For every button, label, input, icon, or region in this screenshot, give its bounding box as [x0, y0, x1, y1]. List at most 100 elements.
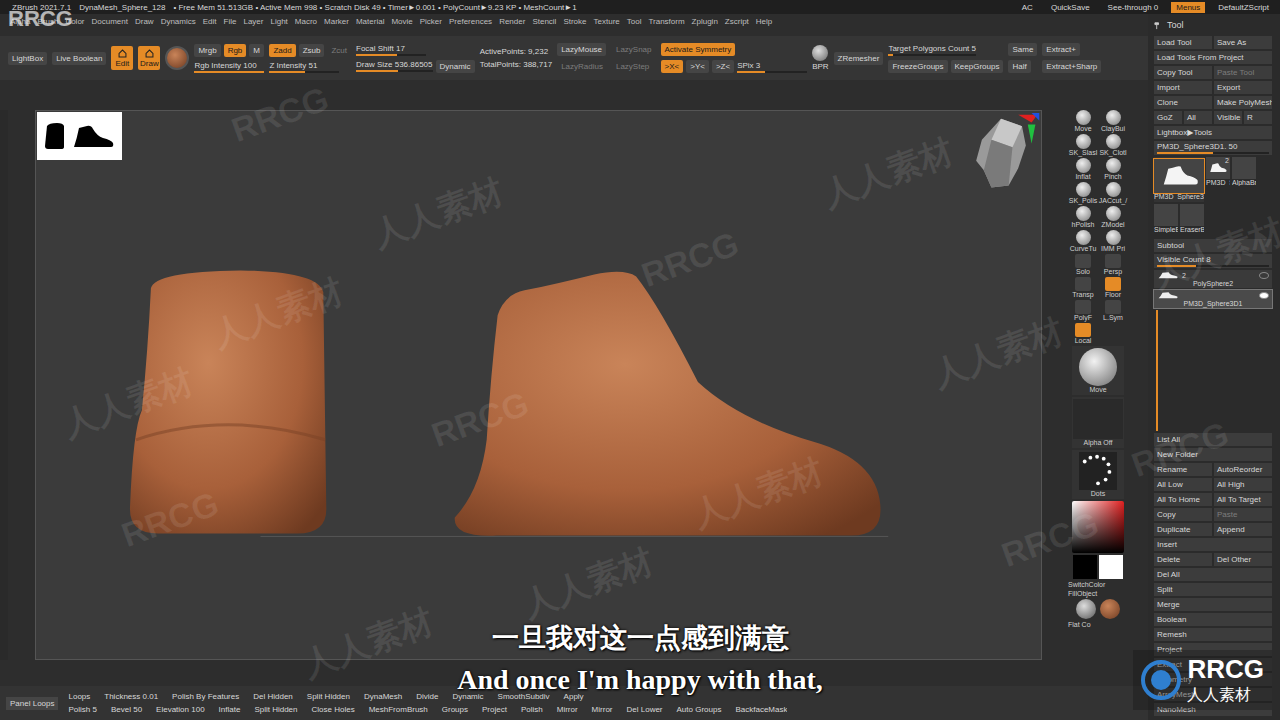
- menu-item[interactable]: Macro: [295, 17, 317, 29]
- toolbar-slider[interactable]: Rgb Intensity 100: [194, 61, 264, 73]
- navigation-head-icon[interactable]: [961, 111, 1041, 197]
- title-bar-button[interactable]: AC: [1017, 2, 1038, 13]
- tool-button[interactable]: Clone: [1154, 96, 1212, 109]
- tool-button[interactable]: GoZ: [1154, 111, 1182, 124]
- bpr-render-button[interactable]: BPR: [812, 45, 828, 71]
- brush-button[interactable]: SK_Slasl: [1068, 134, 1098, 156]
- menu-item[interactable]: Layer: [243, 17, 263, 29]
- toolbar-button[interactable]: Mrgb: [194, 44, 220, 57]
- toolbar-slider[interactable]: Draw Size 536.86505: [356, 60, 433, 72]
- menu-item[interactable]: Marker: [324, 17, 349, 29]
- geometry-button[interactable]: Bevel 50: [111, 705, 142, 714]
- toolbar-button[interactable]: M: [249, 44, 264, 57]
- tool-button[interactable]: Save As: [1214, 36, 1272, 49]
- brush-button[interactable]: Move: [1068, 110, 1098, 132]
- tool-button[interactable]: Copy Tool: [1154, 66, 1212, 79]
- main-color-swatch[interactable]: [1073, 555, 1097, 579]
- toolbar-button[interactable]: Half: [1008, 60, 1030, 73]
- subtool-action[interactable]: Rename: [1154, 463, 1212, 476]
- subtool-action[interactable]: AutoReorder: [1214, 463, 1272, 476]
- geometry-button[interactable]: Auto Groups: [677, 705, 722, 714]
- color-picker[interactable]: [1072, 501, 1124, 553]
- brush-button[interactable]: hPolish: [1068, 206, 1098, 228]
- brush-button[interactable]: Inflat: [1068, 158, 1098, 180]
- flat-color-material[interactable]: Flat Co: [1068, 621, 1091, 628]
- geometry-button[interactable]: MeshFromBrush: [369, 705, 428, 714]
- subtool-action[interactable]: Duplicate: [1154, 523, 1212, 536]
- tool-button[interactable]: Visible: [1214, 111, 1242, 124]
- subtool-action[interactable]: All To Home: [1154, 493, 1212, 506]
- subtool-action[interactable]: New Folder: [1154, 448, 1272, 461]
- shoe-side-view[interactable]: [455, 272, 881, 536]
- subtool-action[interactable]: Append: [1214, 523, 1272, 536]
- menu-item[interactable]: Transform: [648, 17, 684, 29]
- menu-item[interactable]: Render: [499, 17, 525, 29]
- material-sphere-icon[interactable]: [1100, 599, 1120, 619]
- fill-object-button[interactable]: FillObject: [1068, 590, 1097, 597]
- eye-icon[interactable]: [1259, 292, 1269, 299]
- view-toggle[interactable]: Solo: [1068, 254, 1098, 275]
- tool-thumbnail[interactable]: AlphaBr: [1232, 157, 1256, 202]
- view-toggle[interactable]: L.Sym: [1098, 300, 1128, 321]
- geometry-button[interactable]: Project: [482, 705, 507, 714]
- view-toggle[interactable]: Local: [1068, 323, 1098, 344]
- menu-item[interactable]: Movie: [391, 17, 412, 29]
- subtool-action[interactable]: Insert: [1154, 538, 1272, 551]
- subtool-action[interactable]: Boolean: [1154, 613, 1272, 626]
- menu-item[interactable]: Material: [356, 17, 384, 29]
- view-toggle[interactable]: Floor: [1098, 277, 1128, 298]
- tool-button[interactable]: Load Tools From Project: [1154, 51, 1272, 64]
- geometry-button[interactable]: Loops: [68, 692, 90, 701]
- geometry-button[interactable]: Groups: [442, 705, 468, 714]
- toolbar-button[interactable]: LazyMouse: [557, 43, 606, 56]
- eye-icon[interactable]: [1259, 272, 1269, 279]
- material-icon[interactable]: [165, 46, 189, 70]
- menu-item[interactable]: Texture: [594, 17, 620, 29]
- subtool-item[interactable]: 2PolySphere2: [1154, 270, 1272, 288]
- tool-button[interactable]: R: [1244, 111, 1272, 124]
- toolbar-button[interactable]: >X<: [661, 60, 684, 73]
- tool-thumbnail[interactable]: 2PM3D_S: [1206, 157, 1230, 202]
- toolbar-button[interactable]: Live Boolean: [52, 52, 106, 65]
- toolbar-button[interactable]: Extract+: [1042, 43, 1080, 56]
- subtool-item[interactable]: PM3D_Sphere3D1: [1154, 290, 1272, 308]
- switch-color-button[interactable]: SwitchColor: [1068, 581, 1105, 588]
- subtool-action[interactable]: Del Other: [1214, 553, 1272, 566]
- toolbar-button[interactable]: FreezeGroups: [888, 60, 947, 73]
- menu-item[interactable]: Tool: [627, 17, 642, 29]
- brush-button[interactable]: SK_Clotl: [1098, 134, 1128, 156]
- panel-loops-button[interactable]: Panel Loops: [6, 697, 58, 710]
- menu-item[interactable]: File: [224, 17, 237, 29]
- menu-item[interactable]: Help: [756, 17, 772, 29]
- menu-item[interactable]: Dynamics: [161, 17, 196, 29]
- title-bar-button[interactable]: DefaultZScript: [1213, 2, 1274, 13]
- subtool-action[interactable]: Merge: [1154, 598, 1272, 611]
- menu-item[interactable]: Stroke: [563, 17, 586, 29]
- tool-button[interactable]: Make PolyMesh3D: [1214, 96, 1272, 109]
- menu-item[interactable]: Zscript: [725, 17, 749, 29]
- geometry-button[interactable]: Split Hidden: [254, 705, 297, 714]
- geometry-button[interactable]: Mirror: [557, 705, 578, 714]
- geometry-button[interactable]: Del Lower: [627, 705, 663, 714]
- subtool-action[interactable]: All To Target: [1214, 493, 1272, 506]
- geometry-button[interactable]: Elevation 100: [156, 705, 204, 714]
- brush-button[interactable]: Pinch: [1098, 158, 1128, 180]
- view-toggle[interactable]: Persp: [1098, 254, 1128, 275]
- toolbar-button[interactable]: Dynamic: [436, 60, 475, 73]
- geometry-button[interactable]: DynaMesh: [364, 692, 402, 701]
- toolbar-button[interactable]: KeepGroups: [951, 60, 1004, 73]
- tool-thumbnail[interactable]: PM3D_Sphere3D: [1154, 157, 1204, 202]
- geometry-button[interactable]: Thickness 0.01: [104, 692, 158, 701]
- alpha-slot[interactable]: Alpha Off: [1072, 397, 1124, 448]
- brush-button[interactable]: SK_Polis: [1068, 182, 1098, 204]
- geometry-button[interactable]: Del Hidden: [253, 692, 293, 701]
- brush-button[interactable]: IMM Pri: [1098, 230, 1128, 252]
- menu-item[interactable]: Document: [92, 17, 128, 29]
- title-bar-button[interactable]: QuickSave: [1046, 2, 1095, 13]
- geometry-button[interactable]: Split Hidden: [307, 692, 350, 701]
- toolbar-slider[interactable]: Target Polygons Count 5: [888, 44, 976, 56]
- subtool-action[interactable]: Remesh: [1154, 628, 1272, 641]
- toolbar-button[interactable]: Zcut: [327, 44, 351, 57]
- tool-button[interactable]: Export: [1214, 81, 1272, 94]
- toolbar-button[interactable]: Extract+Sharp: [1042, 60, 1101, 73]
